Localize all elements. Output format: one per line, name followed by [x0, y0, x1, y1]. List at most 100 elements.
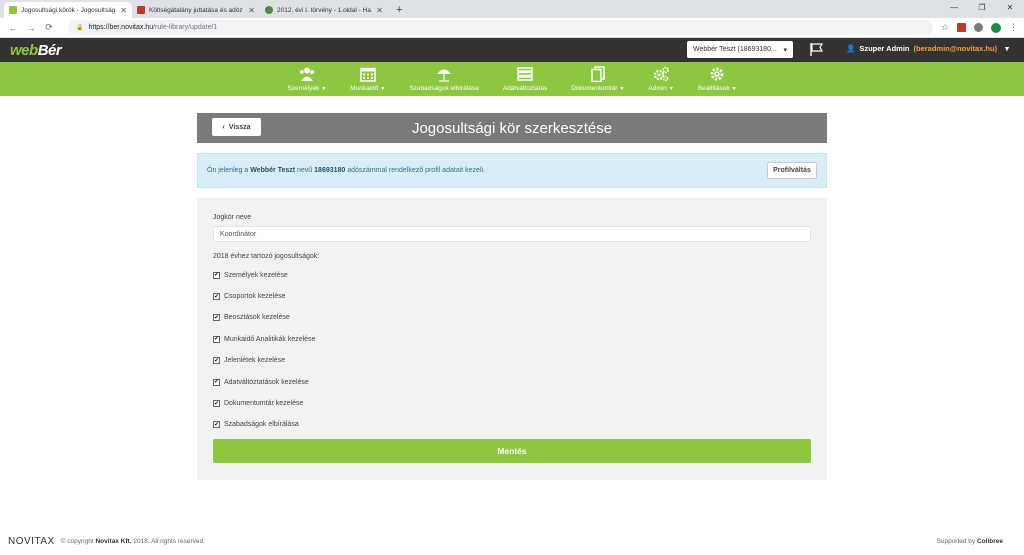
checkbox[interactable]: ✔: [213, 314, 220, 322]
lock-icon: 🔒: [76, 25, 84, 31]
nav-item-label: Dokumentumtár: [571, 85, 618, 92]
checkbox[interactable]: ✔: [213, 271, 220, 279]
calendar-icon: [360, 67, 376, 82]
browser-tab-1[interactable]: Jogosultsági körök - Jogosultság ✕: [4, 2, 132, 18]
gear-icon: [710, 67, 724, 81]
nav-item-szabadsagok[interactable]: Szabadságok elbírálása: [397, 66, 490, 92]
nav-item-szemelyek[interactable]: Személyek ▼: [275, 66, 338, 92]
checkbox[interactable]: ✔: [213, 400, 220, 408]
supported-by-text: Supported by Colibree: [936, 537, 1004, 545]
close-tab-icon[interactable]: ✕: [376, 6, 383, 15]
browser-tab-3[interactable]: 2012. évi I. törvény - 1.oldal - Ha ✕: [260, 2, 388, 18]
nav-item-admin[interactable]: Admin ▼: [636, 66, 685, 92]
checkbox[interactable]: ✔: [213, 335, 220, 343]
permission-item[interactable]: ✔ Személyek kezelése: [213, 269, 811, 281]
nav-item-label: Munkaidő: [350, 85, 379, 92]
browser-tab-title: 2012. évi I. törvény - 1.oldal - Ha: [277, 6, 371, 14]
nav-item-label: Admin: [648, 85, 667, 92]
globe-favicon-icon: [265, 6, 273, 14]
permissions-title: 2018 évhez tartozó jogosultságok:: [213, 253, 320, 260]
app-topbar: webBér Webbér Teszt (18693180... ▾ 👤 Szu…: [0, 38, 1024, 62]
page-footer: NOVITAX © copyright Novitax Kft. 2018. A…: [0, 530, 1024, 552]
url-field[interactable]: 🔒 https://ber.novitax.hu/rule-library/up…: [68, 20, 933, 35]
pdf-extension-icon[interactable]: [957, 23, 966, 32]
permission-label: Adatváltoztatások kezelése: [224, 378, 309, 386]
flag-icon[interactable]: [810, 43, 824, 56]
webber-logo[interactable]: webBér: [10, 42, 62, 59]
permission-item[interactable]: ✔ Munkaidő Analitikák kezelése: [213, 333, 811, 345]
caret-down-icon: ▼: [321, 86, 327, 92]
permission-item[interactable]: ✔ Beosztások kezelése: [213, 312, 811, 324]
close-tab-icon[interactable]: ✕: [248, 6, 255, 15]
main-navigation: Személyek ▼ Munkaidő ▼ Szabadságok elbírál…: [0, 62, 1024, 96]
account-select-value: Webbér Teszt (18693180...: [693, 46, 777, 53]
new-tab-icon[interactable]: +: [396, 4, 402, 16]
url-host: https://ber.novitax.hu: [88, 24, 154, 31]
permission-item[interactable]: ✔ Jelenlétek kezelése: [213, 355, 811, 367]
user-email: (beradmin@novitax.hu): [913, 44, 998, 53]
caret-down-icon: ▼: [619, 86, 625, 92]
close-tab-icon[interactable]: ✕: [120, 6, 127, 15]
profile-switch-button[interactable]: Profilváltás: [767, 162, 817, 179]
permission-label: Személyek kezelése: [224, 271, 288, 279]
extension-icon[interactable]: [991, 22, 1001, 33]
users-icon: [299, 67, 315, 81]
permission-item[interactable]: ✔ Szabadságok elbírálása: [213, 419, 811, 431]
caret-down-icon: ▼: [668, 86, 674, 92]
nav-item-adatvaltoztatas[interactable]: Adatváltoztatás: [491, 66, 559, 92]
role-name-input[interactable]: Koordinátor: [213, 226, 811, 242]
browser-tab-2[interactable]: Költségátalány juttatása és adóz ✕: [132, 2, 260, 18]
permission-label: Csoportok kezelése: [224, 293, 286, 301]
checkbox[interactable]: ✔: [213, 293, 220, 301]
checkbox[interactable]: ✔: [213, 357, 220, 365]
list-icon: [517, 67, 533, 81]
back-button-label: Vissza: [228, 123, 251, 131]
nav-item-label: Szabadságok elbírálása: [409, 85, 479, 92]
profile-avatar-icon[interactable]: [974, 23, 983, 32]
restore-icon[interactable]: ❐: [968, 0, 996, 18]
umbrella-icon: [437, 69, 452, 82]
permission-item[interactable]: ✔ Dokumentumtár kezelése: [213, 397, 811, 409]
novitax-favicon-icon: [9, 6, 17, 14]
novitax-logo[interactable]: NOVITAX: [8, 536, 55, 547]
browser-menu-icon[interactable]: ⋮: [1009, 22, 1018, 33]
close-window-icon[interactable]: ✕: [996, 0, 1024, 18]
user-icon: 👤: [846, 44, 856, 53]
permission-item[interactable]: ✔ Adatváltoztatások kezelése: [213, 376, 811, 388]
browser-tab-strip: Jogosultsági körök - Jogosultság ✕ Költs…: [0, 0, 1024, 18]
save-button[interactable]: Mentés: [213, 439, 811, 463]
url-path: /rule-library/update/1: [153, 24, 218, 31]
colibree-link[interactable]: Colibree: [977, 538, 1003, 545]
nav-item-munkaido[interactable]: Munkaidő ▼: [338, 66, 397, 92]
role-name-label: Jogkör neve: [213, 214, 252, 221]
nav-item-dokumentumtar[interactable]: Dokumentumtár ▼: [559, 66, 636, 92]
forward-arrow-icon[interactable]: →: [24, 23, 38, 33]
back-button[interactable]: ‹ Vissza: [212, 118, 261, 136]
browser-tab-title: Jogosultsági körök - Jogosultság: [21, 6, 116, 14]
back-arrow-icon[interactable]: ←: [6, 23, 20, 33]
user-menu[interactable]: 👤 Szuper Admin (beradmin@novitax.hu) ▾: [846, 44, 1009, 53]
account-select[interactable]: Webbér Teszt (18693180... ▾: [687, 41, 793, 58]
bookmark-star-icon[interactable]: ☆: [941, 22, 949, 33]
permission-label: Jelenlétek kezelése: [224, 357, 286, 365]
permission-item[interactable]: ✔ Csoportok kezelése: [213, 290, 811, 302]
chevron-down-icon: ▾: [1005, 44, 1009, 53]
checkbox[interactable]: ✔: [213, 378, 220, 386]
role-edit-form: Jogkör neve Koordinátor 2018 évhez tarto…: [197, 198, 827, 480]
user-name: Szuper Admin: [859, 44, 910, 53]
document-favicon-icon: [137, 6, 145, 14]
caret-down-icon: ▼: [380, 86, 386, 92]
permission-label: Beosztások kezelése: [224, 314, 290, 322]
chevron-down-icon: ▾: [783, 46, 787, 54]
nav-item-beallitasok[interactable]: Beállítások ▼: [686, 66, 749, 92]
chevron-left-icon: ‹: [222, 123, 225, 131]
window-controls: — ❐ ✕: [940, 0, 1024, 18]
reload-icon[interactable]: ⟳: [42, 22, 56, 33]
checkbox[interactable]: ✔: [213, 421, 220, 429]
address-bar-row: ← → ⟳ 🔒 https://ber.novitax.hu/rule-libr…: [0, 18, 1024, 38]
minimize-icon[interactable]: —: [940, 0, 968, 18]
page-title: Jogosultsági kör szerkesztése: [411, 119, 613, 137]
nav-item-label: Adatváltoztatás: [502, 85, 548, 92]
caret-down-icon: ▼: [731, 86, 737, 92]
permission-label: Dokumentumtár kezelése: [224, 400, 304, 408]
